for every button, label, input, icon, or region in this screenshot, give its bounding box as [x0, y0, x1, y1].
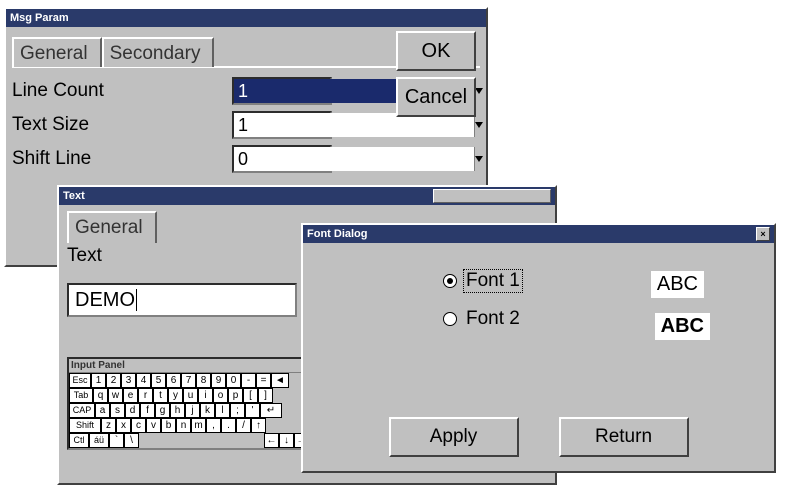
key-shift[interactable]: Shift [69, 418, 101, 433]
key-o[interactable]: o [213, 388, 228, 403]
key-[interactable]: ↑ [251, 418, 266, 433]
text-input[interactable]: DEMO [67, 283, 297, 317]
input-panel-title: Input Panel [69, 359, 309, 373]
key-e[interactable]: e [123, 388, 138, 403]
key-[interactable]: / [236, 418, 251, 433]
key-[interactable]: ] [258, 388, 273, 403]
key-9[interactable]: 9 [211, 373, 226, 388]
key-5[interactable]: 5 [151, 373, 166, 388]
key-u[interactable]: u [183, 388, 198, 403]
key-cap[interactable]: CAP [69, 403, 95, 418]
key-t[interactable]: t [153, 388, 168, 403]
key-f[interactable]: f [140, 403, 155, 418]
key-[interactable]: = [256, 373, 271, 388]
shift-line-dropdown-arrow[interactable] [474, 147, 483, 171]
key-7[interactable]: 7 [181, 373, 196, 388]
key-[interactable]: - [241, 373, 256, 388]
font-dialog-window: Font Dialog × Font 1 Font 2 ABC ABC Appl… [301, 223, 776, 473]
key-z[interactable]: z [101, 418, 116, 433]
key-m[interactable]: m [191, 418, 206, 433]
text-size-dropdown[interactable] [232, 111, 332, 139]
key-n[interactable]: n [176, 418, 191, 433]
key-3[interactable]: 3 [121, 373, 136, 388]
key-1[interactable]: 1 [91, 373, 106, 388]
msg-param-titlebar[interactable]: Msg Param [6, 9, 486, 27]
key-l[interactable]: l [215, 403, 230, 418]
key-w[interactable]: w [108, 388, 123, 403]
key-[interactable]: ↓ [279, 433, 294, 448]
key-y[interactable]: y [168, 388, 183, 403]
font2-radio[interactable] [443, 312, 457, 326]
key-k[interactable]: k [200, 403, 215, 418]
msg-param-title: Msg Param [10, 12, 69, 24]
key-0[interactable]: 0 [226, 373, 241, 388]
font1-radio[interactable] [443, 274, 457, 288]
key-[interactable]: ; [230, 403, 245, 418]
key-tab[interactable]: Tab [69, 388, 93, 403]
key-c[interactable]: c [131, 418, 146, 433]
key-j[interactable]: j [185, 403, 200, 418]
cancel-button[interactable]: Cancel [396, 77, 476, 117]
font1-sample: ABC [651, 271, 704, 298]
text-window-titlebar-button-area [433, 189, 551, 203]
font1-radio-label[interactable]: Font 1 [463, 269, 523, 293]
key-2[interactable]: 2 [106, 373, 121, 388]
key-b[interactable]: b [161, 418, 176, 433]
key-p[interactable]: p [228, 388, 243, 403]
text-window-title: Text [63, 190, 85, 202]
key-s[interactable]: s [110, 403, 125, 418]
key-esc[interactable]: Esc [69, 373, 91, 388]
key-a[interactable]: a [95, 403, 110, 418]
return-button[interactable]: Return [559, 417, 689, 457]
key-d[interactable]: d [125, 403, 140, 418]
key-[interactable]: ↵ [260, 403, 282, 418]
tab-secondary[interactable]: Secondary [102, 37, 215, 67]
key-g[interactable]: g [155, 403, 170, 418]
key-4[interactable]: 4 [136, 373, 151, 388]
key-[interactable]: . [221, 418, 236, 433]
key-8[interactable]: 8 [196, 373, 211, 388]
tab-general[interactable]: General [12, 37, 102, 67]
close-icon[interactable]: × [756, 227, 770, 241]
line-count-label: Line Count [12, 80, 232, 102]
key-ctl[interactable]: Ctl [69, 433, 89, 448]
shift-line-dropdown[interactable] [232, 145, 332, 173]
ok-button[interactable]: OK [396, 31, 476, 71]
key-r[interactable]: r [138, 388, 153, 403]
key-[interactable]: áü [89, 433, 109, 448]
shift-line-value[interactable] [234, 147, 474, 171]
key-[interactable]: ◄ [271, 373, 289, 388]
key-[interactable]: , [206, 418, 221, 433]
key-6[interactable]: 6 [166, 373, 181, 388]
text-input-value: DEMO [75, 289, 135, 312]
key-[interactable]: [ [243, 388, 258, 403]
apply-button[interactable]: Apply [389, 417, 519, 457]
font2-sample: ABC [655, 313, 710, 340]
key-v[interactable]: v [146, 418, 161, 433]
font2-radio-label[interactable]: Font 2 [463, 307, 523, 331]
key-x[interactable]: x [116, 418, 131, 433]
key-[interactable]: ' [245, 403, 260, 418]
text-window-titlebar[interactable]: Text [59, 187, 555, 205]
key-[interactable]: ` [109, 433, 124, 448]
key-[interactable]: \ [124, 433, 139, 448]
key-q[interactable]: q [93, 388, 108, 403]
font-dialog-titlebar[interactable]: Font Dialog × [303, 225, 774, 243]
line-count-dropdown[interactable] [232, 77, 332, 105]
font-dialog-title: Font Dialog [307, 228, 368, 240]
key-[interactable]: ← [264, 433, 279, 448]
text-caret-icon [136, 289, 137, 311]
input-panel: Input Panel Esc1234567890-=◄ Tabqwertyuio… [67, 357, 311, 450]
key-i[interactable]: i [198, 388, 213, 403]
shift-line-label: Shift Line [12, 148, 232, 170]
text-tab-general[interactable]: General [67, 211, 157, 243]
text-size-label: Text Size [12, 114, 232, 136]
key-h[interactable]: h [170, 403, 185, 418]
